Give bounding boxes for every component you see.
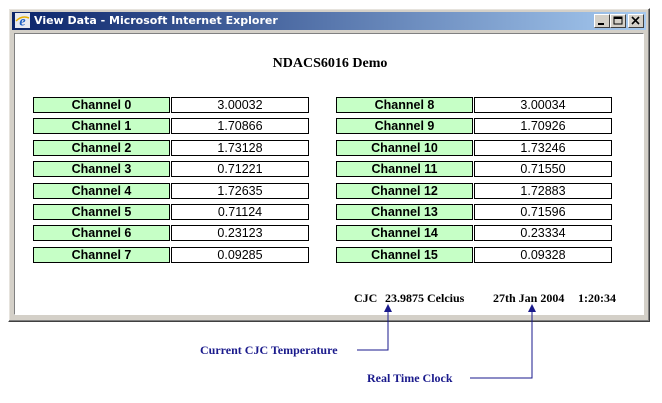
- cjc-annotation: Current CJC Temperature: [200, 343, 338, 357]
- cjc-arrowhead-icon: [384, 304, 392, 312]
- clock-arrow: [470, 306, 533, 379]
- clock-annotation: Real Time Clock: [367, 371, 453, 385]
- cjc-arrow: [357, 306, 389, 351]
- clock-arrowhead-icon: [528, 304, 536, 312]
